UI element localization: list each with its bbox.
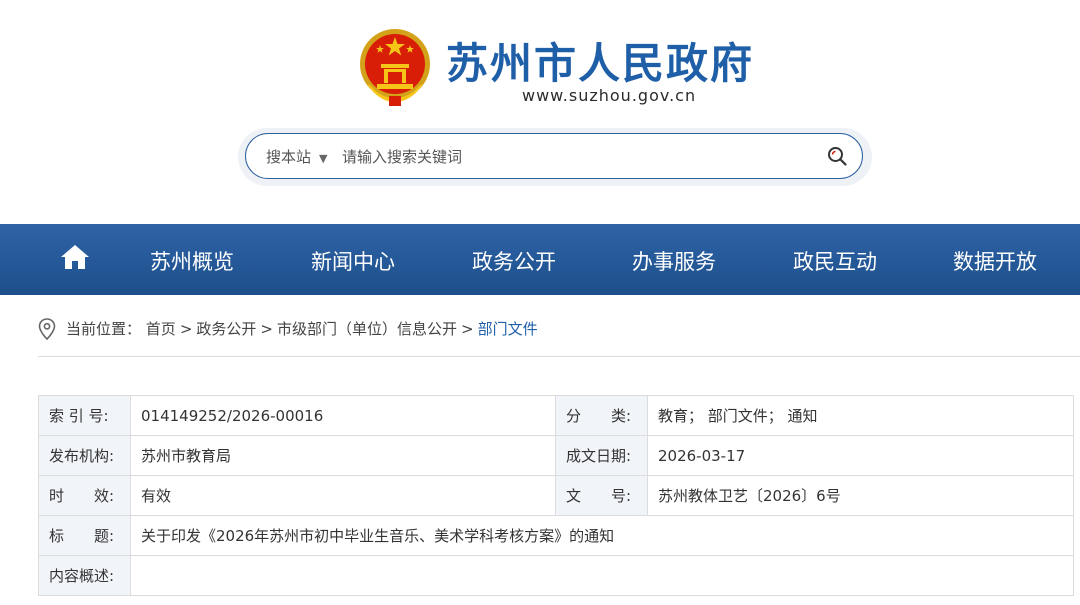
nav-item-gov-affairs[interactable]: 政务公开 <box>472 246 556 276</box>
national-emblem-icon <box>360 29 430 106</box>
table-row: 索 引 号: 014149252/2026-00016 分 类: 教育； 部门文… <box>38 395 1074 436</box>
category-label: 分 类: <box>555 395 648 436</box>
breadcrumb: 当前位置： 首页 > 政务公开 > 市级部门（单位）信息公开 > 部门文件 <box>38 316 1080 357</box>
nav-item-open-data[interactable]: 数据开放 <box>953 246 1037 276</box>
location-pin-icon <box>38 318 56 340</box>
site-title: 苏州市人民政府 <box>446 39 755 88</box>
index-no-label: 索 引 号: <box>38 395 131 436</box>
caret-down-icon: ▼ <box>319 152 328 165</box>
search-scope-label: 搜本站 <box>266 148 312 166</box>
nav-item-overview[interactable]: 苏州概览 <box>150 246 234 276</box>
table-row: 标 题: 关于印发《2026年苏州市初中毕业生音乐、美术学科考核方案》的通知 <box>38 515 1074 556</box>
site-header: 苏州市人民政府 www.suzhou.gov.cn 搜本站 ▼ <box>0 0 1080 224</box>
doc-no-value: 苏州教体卫艺〔2026〕6号 <box>647 475 1074 516</box>
date-label: 成文日期: <box>555 435 648 476</box>
publisher-label: 发布机构: <box>38 435 131 476</box>
breadcrumb-home[interactable]: 首页 <box>146 320 176 338</box>
summary-label: 内容概述: <box>38 555 131 596</box>
title-label: 标 题: <box>38 515 131 556</box>
search-input[interactable] <box>340 144 804 170</box>
nav-item-services[interactable]: 办事服务 <box>632 246 716 276</box>
index-no-value: 014149252/2026-00016 <box>130 395 556 436</box>
nav-item-news[interactable]: 新闻中心 <box>311 246 395 276</box>
home-icon[interactable] <box>58 242 92 272</box>
validity-value: 有效 <box>130 475 556 516</box>
breadcrumb-gov-affairs[interactable]: 政务公开 <box>196 320 256 338</box>
table-row: 发布机构: 苏州市教育局 成文日期: 2026-03-17 <box>38 435 1074 476</box>
search-scope-select[interactable]: 搜本站 ▼ <box>266 146 327 167</box>
breadcrumb-dept-disclosure[interactable]: 市级部门（单位）信息公开 <box>277 320 457 338</box>
publisher-value: 苏州市教育局 <box>130 435 556 476</box>
search-bar: 搜本站 ▼ <box>245 133 863 179</box>
doc-no-label: 文 号: <box>555 475 648 516</box>
search-icon[interactable] <box>826 145 848 167</box>
site-url[interactable]: www.suzhou.gov.cn <box>522 86 696 105</box>
document-info-table: 索 引 号: 014149252/2026-00016 分 类: 教育； 部门文… <box>38 395 1074 596</box>
search-bar-wrapper: 搜本站 ▼ <box>238 128 872 186</box>
date-value: 2026-03-17 <box>647 435 1074 476</box>
summary-value <box>130 555 1074 596</box>
title-value: 关于印发《2026年苏州市初中毕业生音乐、美术学科考核方案》的通知 <box>130 515 1074 556</box>
nav-item-interaction[interactable]: 政民互动 <box>793 246 877 276</box>
table-row: 时 效: 有效 文 号: 苏州教体卫艺〔2026〕6号 <box>38 475 1074 516</box>
breadcrumb-current[interactable]: 部门文件 <box>478 320 538 338</box>
table-row: 内容概述: <box>38 555 1074 596</box>
main-nav: 苏州概览 新闻中心 政务公开 办事服务 政民互动 数据开放 <box>0 224 1080 295</box>
validity-label: 时 效: <box>38 475 131 516</box>
category-value: 教育； 部门文件； 通知 <box>647 395 1074 436</box>
breadcrumb-prefix: 当前位置： <box>66 320 142 338</box>
